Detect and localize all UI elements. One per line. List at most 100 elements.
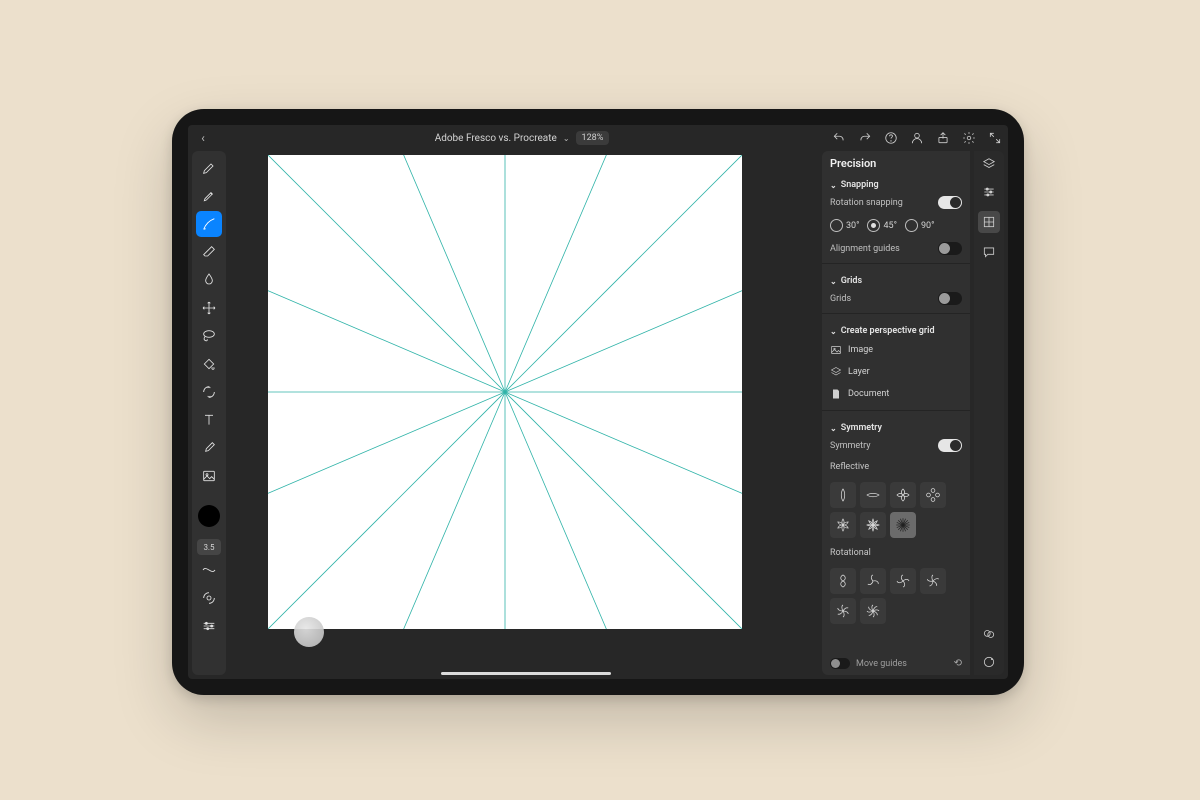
perspective-document[interactable]: Document	[830, 386, 962, 402]
eyedropper-tool[interactable]	[196, 435, 222, 461]
perspective-section-header[interactable]: ⌄Create perspective grid	[830, 326, 962, 336]
top-icons	[832, 131, 1002, 145]
rotational-1[interactable]	[830, 568, 856, 594]
color-link-icon[interactable]	[980, 625, 998, 643]
home-indicator	[441, 672, 611, 675]
live-brush-tool[interactable]	[196, 183, 222, 209]
alignment-guides-toggle[interactable]	[938, 242, 962, 255]
reflective-3[interactable]	[890, 482, 916, 508]
reflective-7-selected[interactable]	[890, 512, 916, 538]
reflective-1[interactable]	[830, 482, 856, 508]
settings-icon[interactable]	[962, 131, 976, 145]
touch-shortcut[interactable]	[294, 617, 324, 647]
snapping-section-header[interactable]: ⌄Snapping	[830, 180, 962, 190]
rotational-2[interactable]	[860, 568, 886, 594]
chevron-down-icon: ⌄	[830, 327, 837, 336]
rotational-5[interactable]	[830, 598, 856, 624]
angle-45[interactable]: 45°	[867, 219, 896, 232]
grids-section-header[interactable]: ⌄Grids	[830, 276, 962, 286]
title-area: Adobe Fresco vs. Procreate ⌄ 128%	[218, 131, 826, 145]
chevron-down-icon: ⌄	[830, 424, 837, 433]
move-tool[interactable]	[196, 295, 222, 321]
color-wheel-icon[interactable]	[980, 653, 998, 671]
divider	[822, 410, 970, 411]
document-title[interactable]: Adobe Fresco vs. Procreate	[435, 133, 557, 144]
symmetry-section-header[interactable]: ⌄Symmetry	[830, 423, 962, 433]
alignment-guides-label: Alignment guides	[830, 244, 900, 254]
zoom-badge[interactable]: 128%	[576, 131, 610, 145]
place-image-tool[interactable]	[196, 463, 222, 489]
divider	[822, 263, 970, 264]
transform-tool[interactable]	[196, 379, 222, 405]
angle-30[interactable]: 30°	[830, 219, 859, 232]
precision-tool[interactable]	[196, 613, 222, 639]
perspective-image[interactable]: Image	[830, 342, 962, 358]
reflective-label: Reflective	[830, 462, 962, 472]
main-area: 3.5	[188, 151, 1008, 679]
fill-tool[interactable]	[196, 351, 222, 377]
smudge-tool[interactable]	[196, 267, 222, 293]
precision-panel: Precision ⌄Snapping Rotation snapping 30…	[822, 151, 970, 675]
comments-icon[interactable]	[980, 243, 998, 261]
user-icon[interactable]	[910, 131, 924, 145]
grids-toggle[interactable]	[938, 292, 962, 305]
right-rail	[974, 151, 1004, 675]
redo-button[interactable]	[858, 131, 872, 145]
tablet-frame: ‹ Adobe Fresco vs. Procreate ⌄ 128%	[172, 109, 1024, 695]
rotation-snapping-toggle[interactable]	[938, 196, 962, 209]
color-swatch[interactable]	[198, 505, 220, 527]
rotational-3[interactable]	[890, 568, 916, 594]
grids-label: Grids	[830, 294, 851, 304]
reflective-6[interactable]	[860, 512, 886, 538]
canvas-wrap	[230, 151, 822, 679]
alignment-guides-row: Alignment guides	[830, 242, 962, 255]
left-toolbar: 3.5	[192, 151, 226, 675]
title-chevron-icon[interactable]: ⌄	[563, 134, 570, 143]
app-screen: ‹ Adobe Fresco vs. Procreate ⌄ 128%	[188, 125, 1008, 679]
help-icon[interactable]	[884, 131, 898, 145]
lasso-tool[interactable]	[196, 323, 222, 349]
symmetry-label: Symmetry	[830, 441, 871, 451]
text-tool[interactable]	[196, 407, 222, 433]
layers-icon[interactable]	[980, 155, 998, 173]
share-icon[interactable]	[936, 131, 950, 145]
layer-icon	[830, 366, 842, 378]
undo-button[interactable]	[832, 131, 846, 145]
divider	[822, 313, 970, 314]
brush-size-badge[interactable]: 3.5	[197, 539, 221, 555]
symmetry-row: Symmetry	[830, 439, 962, 452]
rotational-4[interactable]	[920, 568, 946, 594]
adjustments-icon[interactable]	[980, 183, 998, 201]
vector-brush-tool[interactable]	[196, 211, 222, 237]
back-button[interactable]: ‹	[194, 131, 212, 145]
document-icon	[830, 388, 842, 400]
brush-curve-tool[interactable]	[196, 557, 222, 583]
topbar: ‹ Adobe Fresco vs. Procreate ⌄ 128%	[188, 125, 1008, 151]
reflective-2[interactable]	[860, 482, 886, 508]
perspective-layer[interactable]: Layer	[830, 364, 962, 380]
reflective-grid	[830, 482, 962, 538]
fullscreen-icon[interactable]	[988, 131, 1002, 145]
angle-90[interactable]: 90°	[905, 219, 934, 232]
brush-settings-tool[interactable]	[196, 585, 222, 611]
chevron-down-icon: ⌄	[830, 277, 837, 286]
symmetry-toggle[interactable]	[938, 439, 962, 452]
move-guides-label: Move guides	[856, 659, 907, 669]
move-guides-toggle[interactable]	[830, 658, 850, 669]
rotational-6[interactable]	[860, 598, 886, 624]
snapping-angles: 30° 45° 90°	[830, 219, 962, 232]
symmetry-guides	[268, 155, 742, 629]
eraser-tool[interactable]	[196, 239, 222, 265]
grids-row: Grids	[830, 292, 962, 305]
panel-footer: Move guides ⟲	[830, 652, 962, 669]
reflective-4[interactable]	[920, 482, 946, 508]
panel-title: Precision	[830, 157, 962, 170]
image-icon	[830, 344, 842, 356]
pixel-brush-tool[interactable]	[196, 155, 222, 181]
reflective-5[interactable]	[830, 512, 856, 538]
rotational-grid	[830, 568, 962, 624]
reset-guides-icon[interactable]: ⟲	[954, 658, 962, 669]
canvas[interactable]	[268, 155, 742, 629]
chevron-down-icon: ⌄	[830, 181, 837, 190]
precision-icon[interactable]	[978, 211, 1000, 233]
